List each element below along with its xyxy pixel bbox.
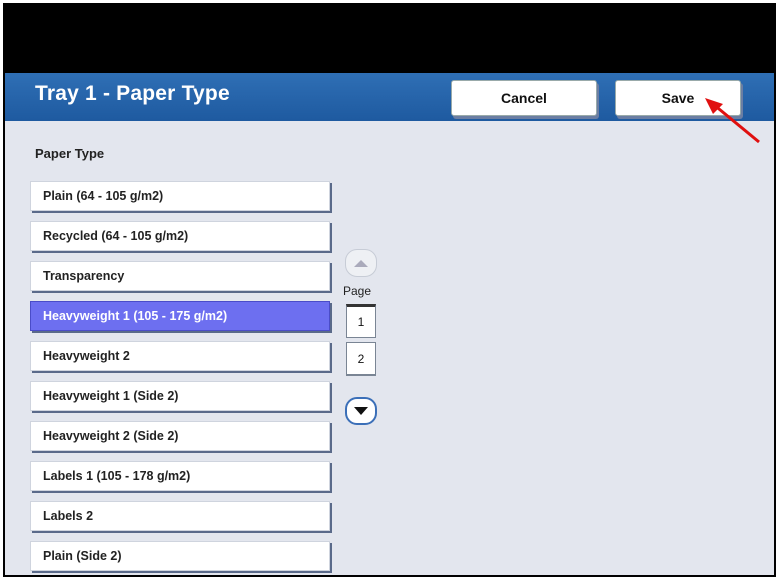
paper-type-item-label: Labels 2 (43, 509, 94, 523)
paper-type-item-label: Heavyweight 2 (Side 2) (43, 429, 179, 443)
paper-type-item[interactable]: Labels 1 (105 - 178 g/m2) (30, 461, 330, 491)
paper-type-item-label: Labels 1 (105 - 178 g/m2) (43, 469, 191, 483)
paper-type-item[interactable]: Heavyweight 1 (105 - 175 g/m2) (30, 301, 330, 331)
paper-type-item[interactable]: Labels 2 (30, 501, 330, 531)
title-bar: Tray 1 - Paper Type Cancel Save (5, 73, 774, 121)
annotation-arrow-icon (705, 98, 760, 144)
paper-type-item[interactable]: Heavyweight 1 (Side 2) (30, 381, 330, 411)
paper-type-item-label: Heavyweight 2 (43, 349, 130, 363)
page-2-button[interactable]: 2 (346, 342, 376, 376)
paper-type-item-label: Heavyweight 1 (Side 2) (43, 389, 179, 403)
paper-type-item-label: Plain (Side 2) (43, 549, 122, 563)
paper-type-item[interactable]: Recycled (64 - 105 g/m2) (30, 221, 330, 251)
paper-type-list: Plain (64 - 105 g/m2) Recycled (64 - 105… (30, 181, 330, 575)
paper-type-item-label: Plain (64 - 105 g/m2) (43, 189, 164, 203)
page-up-button[interactable] (345, 249, 377, 277)
paper-type-item-label: Recycled (64 - 105 g/m2) (43, 229, 189, 243)
cancel-button[interactable]: Cancel (451, 80, 597, 116)
paper-type-item[interactable]: Plain (64 - 105 g/m2) (30, 181, 330, 211)
paper-type-item-label: Transparency (43, 269, 125, 283)
paper-type-item[interactable]: Heavyweight 2 (Side 2) (30, 421, 330, 451)
paper-type-item[interactable]: Heavyweight 2 (30, 341, 330, 371)
chevron-down-icon (354, 407, 368, 415)
page-1-button[interactable]: 1 (346, 304, 376, 338)
paper-type-item[interactable]: Transparency (30, 261, 330, 291)
paper-type-item[interactable]: Plain (Side 2) (30, 541, 330, 571)
screen: Tray 1 - Paper Type Cancel Save Paper Ty… (3, 3, 776, 577)
top-black-bar (5, 5, 774, 73)
page-down-button[interactable] (345, 397, 377, 425)
chevron-up-icon (354, 259, 368, 267)
page-title: Tray 1 - Paper Type (35, 82, 230, 105)
paper-type-item-label: Heavyweight 1 (105 - 175 g/m2) (43, 309, 228, 323)
page-label: Page (343, 284, 372, 298)
paper-type-label: Paper Type (35, 146, 105, 161)
